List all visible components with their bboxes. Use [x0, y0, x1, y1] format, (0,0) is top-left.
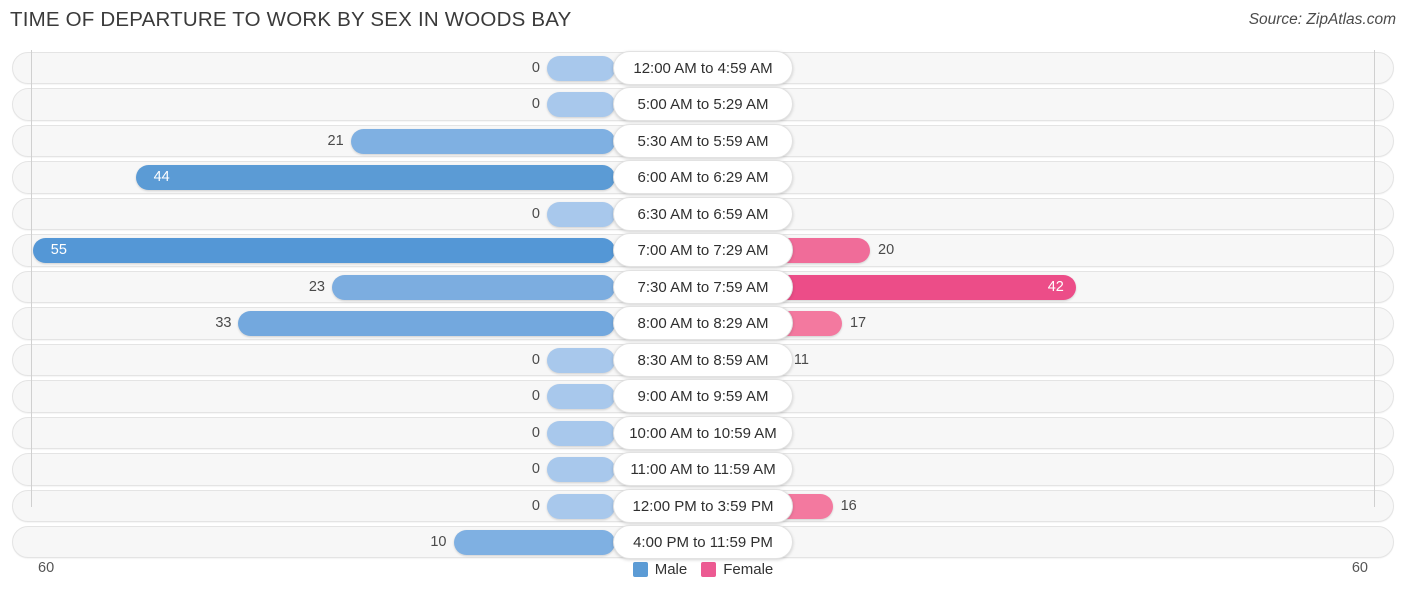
male-value-label: 0 [531, 96, 540, 113]
male-bar[interactable] [547, 56, 615, 81]
chart-row: 33 17 8:00 AM to 8:29 AM [0, 305, 1406, 341]
category-label-pill: 5:00 AM to 5:29 AM [613, 87, 793, 122]
male-value-label: 0 [531, 497, 540, 514]
male-value-label: 0 [531, 205, 540, 222]
female-value-label: 42 [1047, 278, 1064, 295]
male-value-label: 44 [153, 169, 170, 186]
source-attribution: Source: ZipAtlas.com [1248, 11, 1396, 28]
category-label-pill: 6:00 AM to 6:29 AM [613, 160, 793, 195]
male-bar[interactable] [135, 165, 615, 191]
legend-swatch-icon [701, 562, 717, 577]
male-value-label: 0 [531, 60, 540, 76]
plot-area: 0 0 12:00 AM to 4:59 AM 0 0 5:00 AM to 5:29 A… [0, 50, 1406, 560]
male-value-label: 0 [531, 424, 540, 441]
category-label-pill: 8:00 AM to 8:29 AM [613, 306, 793, 341]
chart-canvas: TIME OF DEPARTURE TO WORK BY SEX IN WOOD… [0, 0, 1406, 594]
chart-row: 049:00 AM to 9:59 AM [0, 378, 1406, 414]
male-bar[interactable] [238, 311, 615, 337]
male-bar[interactable] [547, 92, 615, 118]
male-bar[interactable] [453, 530, 615, 556]
male-bar[interactable] [547, 347, 615, 373]
category-label-pill: 10:00 AM to 10:59 AM [613, 415, 793, 450]
category-label-pill: 9:00 AM to 9:59 AM [613, 379, 793, 414]
chart-row: 0911:00 AM to 11:59 AM [0, 451, 1406, 487]
page-title: TIME OF DEPARTURE TO WORK BY SEX IN WOOD… [10, 8, 572, 31]
male-bar[interactable] [547, 420, 615, 446]
legend-label: Female [723, 561, 774, 578]
legend-label: Male [654, 561, 688, 578]
chart-row: 0 11 8:30 AM to 8:59 AM [0, 342, 1406, 378]
male-value-label: 10 [430, 534, 447, 551]
male-bar[interactable] [547, 457, 615, 483]
category-label-pill: 4:00 PM to 11:59 PM [613, 525, 793, 560]
male-bar[interactable] [350, 128, 615, 154]
male-value-label: 0 [531, 461, 540, 478]
category-label-pill: 12:00 PM to 3:59 PM [613, 488, 793, 523]
chart-row: 086:30 AM to 6:59 AM [0, 196, 1406, 232]
male-value-label: 23 [308, 278, 325, 295]
chart-row: 0 16 12:00 PM to 3:59 PM [0, 488, 1406, 524]
category-label-pill: 8:30 AM to 8:59 AM [613, 342, 793, 377]
male-bar[interactable] [547, 493, 615, 519]
male-value-label: 33 [215, 315, 232, 332]
male-bar[interactable] [547, 384, 615, 410]
chart-row: 55 20 7:00 AM to 7:29 AM [0, 232, 1406, 268]
chart-row: 4406:00 AM to 6:29 AM [0, 159, 1406, 195]
female-value-label: 11 [793, 351, 809, 368]
male-value-label: 21 [327, 132, 344, 149]
axis-line-right [1374, 50, 1375, 507]
category-label-pill: 7:00 AM to 7:29 AM [613, 233, 793, 268]
category-label-pill: 7:30 AM to 7:59 AM [613, 269, 793, 304]
male-value-label: 0 [531, 388, 540, 405]
category-label-pill: 11:00 AM to 11:59 AM [613, 452, 793, 487]
chart-row: 0012:00 AM to 4:59 AM [0, 50, 1406, 86]
category-label-pill: 5:30 AM to 5:59 AM [613, 123, 793, 158]
female-value-label: 16 [840, 497, 857, 514]
chart-row: 005:00 AM to 5:29 AM [0, 86, 1406, 122]
female-value-label: 20 [878, 242, 895, 259]
legend-item-female[interactable]: Female [701, 561, 773, 578]
chart-row: 2105:30 AM to 5:59 AM [0, 123, 1406, 159]
chart-legend: Male Female [0, 561, 1406, 578]
female-value-label: 17 [849, 315, 867, 332]
category-label-pill: 6:30 AM to 6:59 AM [613, 196, 793, 231]
chart-row: 23 42 7:30 AM to 7:59 AM [0, 269, 1406, 305]
male-value-label: 55 [50, 242, 67, 259]
male-bar[interactable] [547, 201, 615, 227]
legend-item-male[interactable]: Male [632, 561, 688, 578]
category-label-pill: 12:00 AM to 4:59 AM [613, 51, 793, 85]
chart-row: 0010:00 AM to 10:59 AM [0, 415, 1406, 451]
legend-swatch-icon [632, 562, 648, 577]
male-bar[interactable] [331, 274, 615, 300]
bar-rows-container: 0 0 12:00 AM to 4:59 AM 0 0 5:00 AM to 5:29 A… [0, 50, 1406, 560]
male-bar[interactable] [32, 238, 615, 264]
axis-line-left [31, 50, 32, 507]
male-value-label: 0 [531, 351, 540, 368]
chart-footer: 60 60 Male Female [0, 556, 1406, 594]
